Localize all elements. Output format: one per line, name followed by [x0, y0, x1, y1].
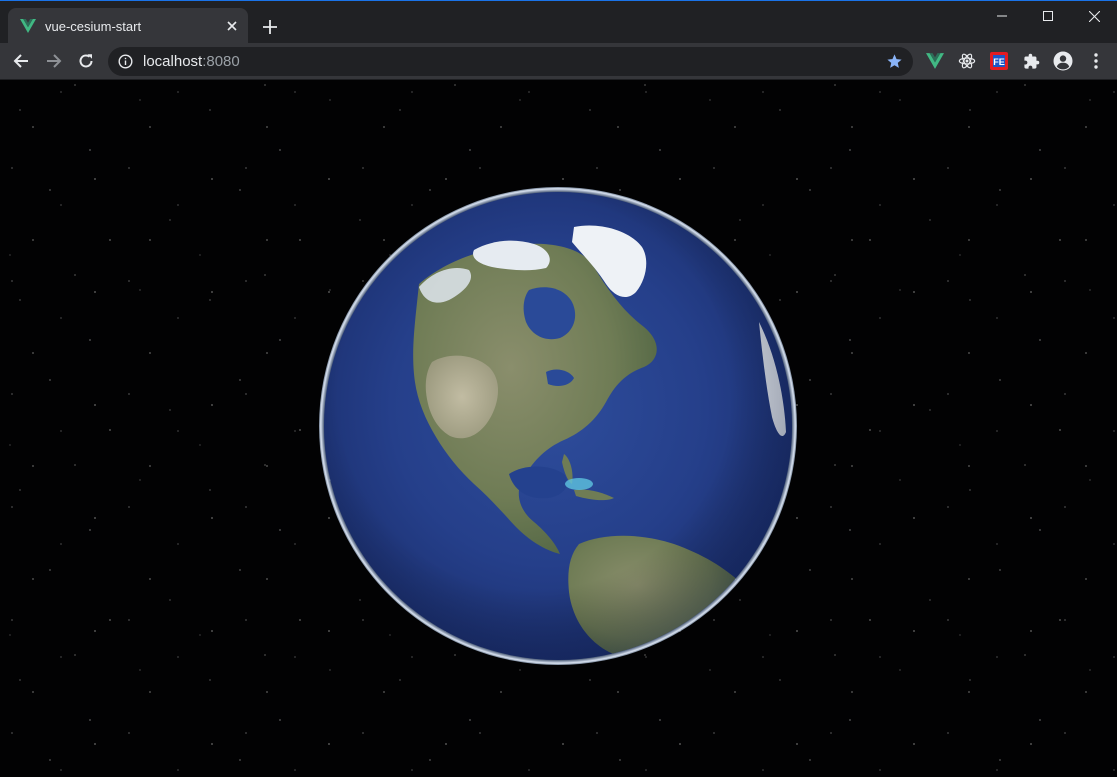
address-bar[interactable]: localhost:8080	[108, 47, 913, 76]
close-window-button[interactable]	[1071, 1, 1117, 31]
url-text: localhost:8080	[143, 53, 240, 70]
close-icon	[1088, 10, 1100, 22]
bookmark-star-icon[interactable]	[886, 53, 903, 70]
vue-devtools-icon[interactable]	[925, 51, 945, 71]
arrow-right-icon	[47, 54, 62, 68]
forward-button[interactable]	[40, 47, 68, 75]
maximize-icon	[1043, 11, 1053, 21]
tab-vue-cesium-start[interactable]: vue-cesium-start	[8, 8, 248, 44]
reload-icon	[79, 54, 93, 68]
new-tab-button[interactable]	[258, 15, 282, 39]
extensions-puzzle-icon[interactable]	[1021, 51, 1041, 71]
vue-logo-icon	[20, 18, 36, 34]
tab-title: vue-cesium-start	[45, 18, 142, 34]
earth-globe[interactable]	[319, 187, 797, 665]
react-devtools-icon[interactable]	[957, 51, 977, 71]
cesium-viewer[interactable]	[0, 80, 1117, 777]
tab-close-icon[interactable]	[222, 16, 242, 36]
menu-icon[interactable]	[1086, 51, 1106, 71]
reload-button[interactable]	[72, 47, 100, 75]
minimize-button[interactable]	[979, 1, 1025, 31]
url-host: localhost	[143, 53, 203, 70]
url-port: :8080	[202, 53, 240, 70]
browser-toolbar: localhost:8080 FE	[0, 43, 1117, 80]
back-button[interactable]	[7, 47, 35, 75]
maximize-button[interactable]	[1025, 1, 1071, 31]
svg-text:FE: FE	[993, 57, 1005, 67]
info-icon[interactable]	[118, 54, 134, 70]
globe-surface	[324, 192, 792, 660]
profile-icon[interactable]	[1053, 51, 1073, 71]
title-bar: vue-cesium-start	[0, 0, 1117, 44]
arrow-left-icon	[13, 54, 28, 68]
minimize-icon	[997, 15, 1007, 17]
continents	[324, 192, 792, 660]
fe-helper-icon[interactable]: FE	[989, 51, 1009, 71]
